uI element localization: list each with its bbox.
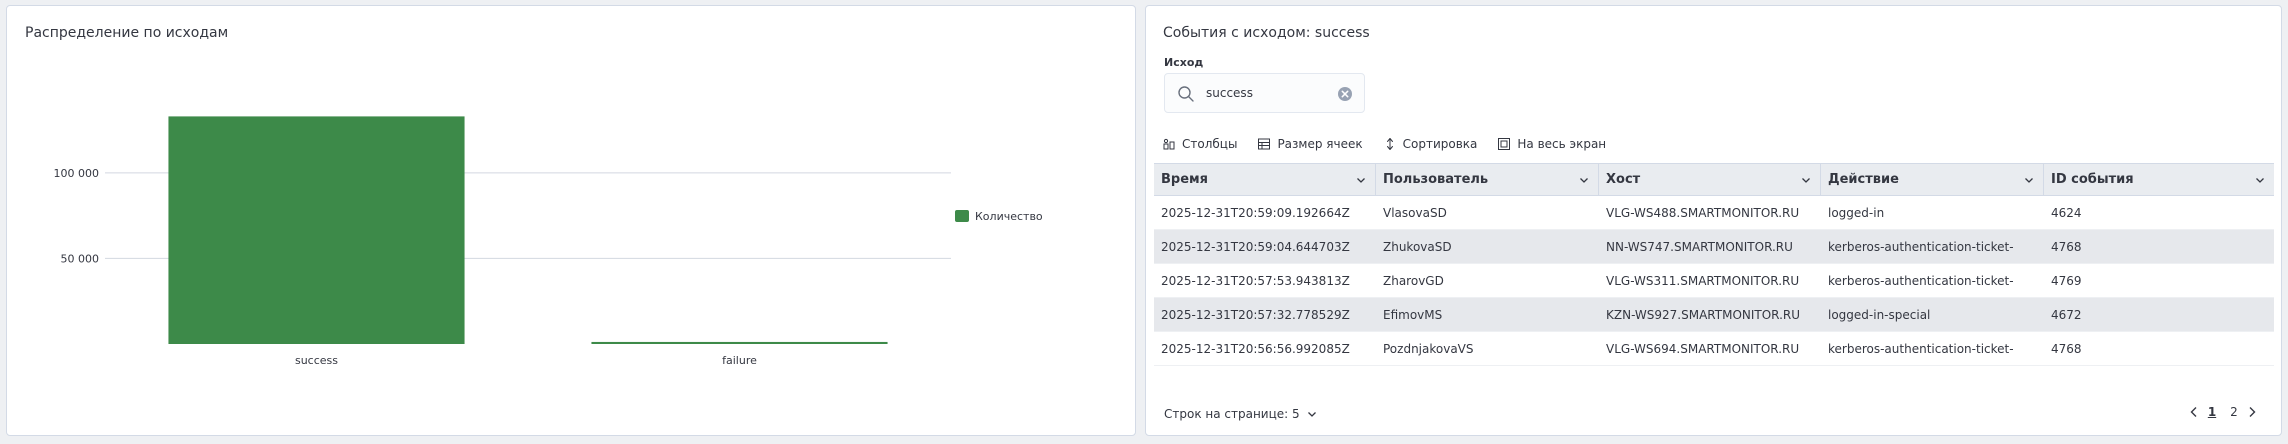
cell-user: PozdnjakovaVS — [1383, 341, 1474, 356]
outcome-distribution-panel: Распределение по исходам 50 000 100 000 su… — [6, 5, 1136, 436]
page-2-button[interactable]: 2 — [2223, 405, 2245, 419]
outcome-bar-chart: 50 000 100 000 success failure Количество — [54, 116, 1043, 367]
column-header-user[interactable]: Пользователь — [1376, 164, 1599, 195]
chevron-down-icon[interactable] — [1355, 174, 1367, 186]
cell-user: EfimovMS — [1383, 307, 1443, 322]
chevron-down-icon — [1307, 412, 1316, 417]
events-table: Время Пользователь Хост Действие ID собы… — [1154, 163, 2274, 366]
fullscreen-label: На весь экран — [1517, 137, 1607, 151]
rows-per-page-selector[interactable]: Строк на странице: 5 — [1164, 407, 1318, 421]
cell-time: 2025-12-31T20:56:56.992085Z — [1161, 341, 1350, 356]
table-row[interactable]: 2025-12-31T20:59:09.192664Z VlasovaSD VL… — [1154, 196, 2274, 230]
cell-time: 2025-12-31T20:59:09.192664Z — [1161, 205, 1350, 220]
cell-user: ZharovGD — [1383, 273, 1444, 288]
table-row[interactable]: 2025-12-31T20:59:04.644703Z ZhukovaSD NN… — [1154, 230, 2274, 264]
cell-time: 2025-12-31T20:57:32.778529Z — [1161, 307, 1350, 322]
chevron-left-icon[interactable] — [2187, 405, 2201, 419]
x-tick-label: success — [295, 354, 338, 367]
cell-host: VLG-WS694.SMARTMONITOR.RU — [1606, 341, 1800, 356]
cell-event-id: 4672 — [2051, 307, 2082, 322]
x-tick-label: failure — [722, 354, 757, 367]
pagination: 1 2 — [2187, 405, 2259, 419]
y-tick-label: 50 000 — [61, 252, 100, 265]
sort-button[interactable]: Сортировка — [1383, 137, 1478, 151]
cell-action: kerberos-authentication-ticket- — [1828, 273, 2014, 288]
cell-event-id: 4769 — [2051, 273, 2082, 288]
chevron-down-icon[interactable] — [2254, 174, 2266, 186]
cell-size-button[interactable]: Размер ячеек — [1257, 137, 1363, 151]
cell-event-id: 4768 — [2051, 341, 2082, 356]
cell-action: kerberos-authentication-ticket- — [1828, 341, 2014, 356]
page-1-button[interactable]: 1 — [2201, 405, 2223, 419]
y-tick-label: 100 000 — [54, 167, 100, 180]
columns-label: Столбцы — [1182, 137, 1238, 151]
sort-label: Сортировка — [1402, 137, 1478, 151]
fullscreen-button[interactable]: На весь экран — [1497, 137, 1606, 151]
cell-event-id: 4768 — [2051, 239, 2082, 254]
bar-success — [168, 116, 465, 345]
cell-action: logged-in-special — [1828, 307, 1931, 322]
cell-user: VlasovaSD — [1383, 205, 1447, 220]
events-panel: События с исходом: success Исход success… — [1145, 5, 2282, 436]
legend-label: Количество — [975, 210, 1043, 223]
columns-button[interactable]: Столбцы — [1162, 137, 1237, 151]
column-header-event-id[interactable]: ID события — [2044, 164, 2274, 195]
sort-icon — [1386, 138, 1393, 150]
table-row[interactable]: 2025-12-31T20:57:32.778529Z EfimovMS KZN… — [1154, 298, 2274, 332]
outcome-filter-input[interactable]: success — [1164, 73, 1365, 113]
legend-swatch — [955, 210, 969, 222]
cell-host: KZN-WS927.SMARTMONITOR.RU — [1606, 307, 1801, 322]
outcome-filter-label: Исход — [1164, 56, 1204, 69]
cell-event-id: 4624 — [2051, 205, 2082, 220]
chevron-down-icon[interactable] — [1578, 174, 1590, 186]
table-row[interactable]: 2025-12-31T20:56:56.992085Z PozdnjakovaV… — [1154, 332, 2274, 366]
cell-action: logged-in — [1828, 205, 1885, 220]
column-header-host[interactable]: Хост — [1599, 164, 1821, 195]
column-header-action[interactable]: Действие — [1821, 164, 2044, 195]
cell-action: kerberos-authentication-ticket- — [1828, 239, 2014, 254]
cell-host: VLG-WS311.SMARTMONITOR.RU — [1606, 273, 1800, 288]
cell-user: ZhukovaSD — [1383, 239, 1452, 254]
cell-time: 2025-12-31T20:57:53.943813Z — [1161, 273, 1350, 288]
rows-per-page-label: Строк на странице: 5 — [1164, 407, 1300, 421]
outcome-filter-value: success — [1206, 86, 1253, 100]
table-toolbar: Столбцы Размер ячеек Сортировка На весь … — [1162, 134, 1626, 154]
chevron-right-icon[interactable] — [2245, 405, 2259, 419]
bar-failure — [591, 341, 888, 344]
table-row[interactable]: 2025-12-31T20:57:53.943813Z ZharovGD VLG… — [1154, 264, 2274, 298]
chevron-down-icon[interactable] — [1800, 174, 1812, 186]
cell-size-label: Размер ячеек — [1277, 137, 1363, 151]
fullscreen-icon — [1498, 138, 1511, 150]
columns-icon — [1163, 138, 1175, 150]
clear-icon[interactable] — [1337, 86, 1353, 102]
cell-host: VLG-WS488.SMARTMONITOR.RU — [1606, 205, 1800, 220]
search-icon — [1178, 86, 1194, 102]
grid-density-icon — [1258, 138, 1271, 150]
events-panel-title: События с исходом: success — [1163, 25, 1370, 41]
table-header: Время Пользователь Хост Действие ID собы… — [1154, 163, 2274, 196]
column-header-time[interactable]: Время — [1154, 164, 1376, 195]
chevron-down-icon[interactable] — [2023, 174, 2035, 186]
cell-host: NN-WS747.SMARTMONITOR.RU — [1606, 239, 1793, 254]
cell-time: 2025-12-31T20:59:04.644703Z — [1161, 239, 1350, 254]
